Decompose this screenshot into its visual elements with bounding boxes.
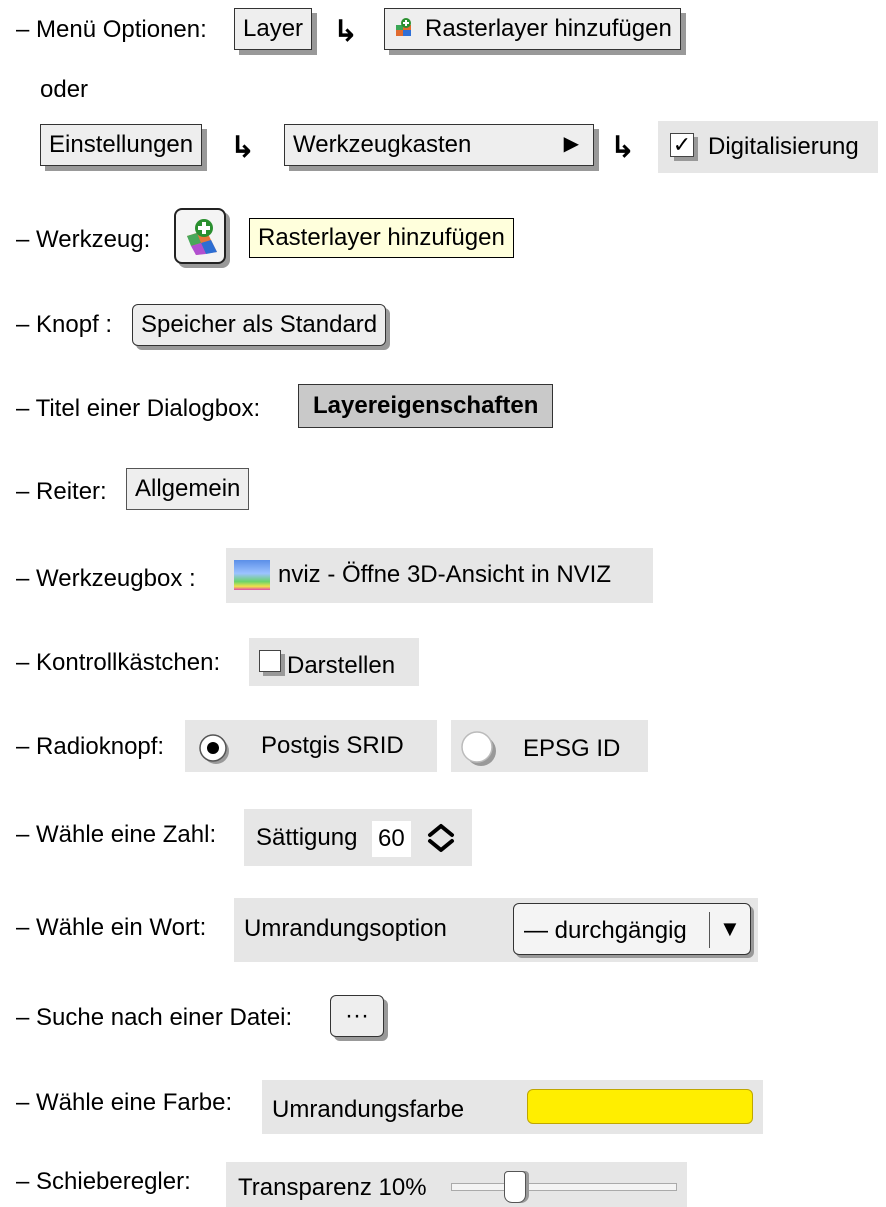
border-option-row: Umrandungsoption — durchgängig ▼ [234, 898, 758, 962]
digitizing-menu-item[interactable]: ✓ Digitalisierung [658, 121, 878, 173]
radio-epsg-id[interactable]: EPSG ID [451, 720, 648, 772]
transparency-slider-handle[interactable] [504, 1171, 526, 1203]
toolbox-label: – Werkzeugbox : [16, 565, 196, 592]
spinbox-label: – Wähle eine Zahl: [16, 821, 217, 848]
saturation-label: Sättigung [256, 824, 358, 851]
browse-file-button[interactable]: ··· [330, 995, 384, 1037]
submenu-triangle-icon: ▶ [563, 133, 579, 155]
dialog-title-label: – Titel einer Dialogbox: [16, 395, 261, 422]
border-color-button[interactable] [527, 1089, 753, 1124]
border-option-value: — durchgängig [524, 917, 687, 944]
radio-postgis-srid[interactable]: Postgis SRID [185, 720, 437, 772]
toolbox-menu-label: Werkzeugkasten [293, 131, 472, 158]
or-text: oder [40, 76, 89, 103]
menu-options-label: – Menü Optionen: [16, 16, 207, 43]
checkbox-label: – Kontrollkästchen: [16, 649, 221, 676]
add-raster-layer-menu-item[interactable]: Rasterlayer hinzufügen [384, 8, 681, 50]
radio-selected-icon [197, 732, 231, 773]
transparency-row: Transparenz 10% [226, 1162, 687, 1207]
epsg-id-label: EPSG ID [523, 735, 621, 762]
radio-unselected-icon [459, 730, 501, 775]
dialog-title: Layereigenschaften [298, 384, 554, 428]
nviz-label: nviz - Öffne 3D-Ansicht in NVIZ [278, 561, 611, 588]
check-mark-icon: ✓ [670, 133, 694, 157]
button-label: – Knopf : [16, 311, 113, 338]
transparency-slider-track[interactable] [451, 1171, 677, 1203]
layer-menu[interactable]: Layer [234, 8, 313, 50]
border-option-label: Umrandungsoption [244, 915, 447, 942]
show-checkbox-label: Darstellen [287, 652, 396, 679]
border-color-label: Umrandungsfarbe [272, 1096, 465, 1123]
tab-general[interactable]: Allgemein [126, 468, 250, 510]
add-raster-layer-icon [184, 218, 220, 263]
file-label: – Suche nach einer Datei: [16, 1004, 293, 1031]
spin-up-down-icon[interactable] [424, 821, 458, 862]
slider-label: – Schieberegler: [16, 1168, 191, 1195]
tab-label: – Reiter: [16, 478, 107, 505]
border-option-combobox[interactable]: — durchgängig ▼ [513, 903, 751, 955]
color-label: – Wähle eine Farbe: [16, 1089, 233, 1116]
save-as-default-button[interactable]: Speicher als Standard [132, 304, 387, 346]
digitizing-label: Digitalisierung [708, 133, 859, 160]
settings-menu[interactable]: Einstellungen [40, 124, 203, 166]
combobox-label: – Wähle ein Wort: [16, 914, 207, 941]
dropdown-arrow-icon[interactable]: ▼ [719, 918, 741, 940]
submenu-arrow-icon: ↳ [333, 15, 359, 48]
nviz-icon [234, 560, 270, 590]
add-raster-layer-icon [395, 17, 415, 37]
tool-tooltip: Rasterlayer hinzufügen [249, 218, 514, 258]
submenu-arrow-icon: ↳ [230, 131, 256, 164]
toolbox-item-nviz[interactable]: nviz - Öffne 3D-Ansicht in NVIZ [226, 548, 653, 603]
saturation-spinbox[interactable]: Sättigung 60 [244, 809, 472, 866]
transparency-label: Transparenz 10% [238, 1174, 427, 1201]
radio-label: – Radioknopf: [16, 733, 165, 760]
combo-divider [709, 912, 710, 948]
postgis-srid-label: Postgis SRID [261, 732, 404, 759]
toolbox-menu[interactable]: Werkzeugkasten ▶ [284, 124, 594, 166]
add-raster-layer-tool-button[interactable] [174, 208, 226, 264]
saturation-value[interactable]: 60 [372, 821, 411, 857]
add-raster-layer-label: Rasterlayer hinzufügen [425, 15, 672, 42]
tool-label: – Werkzeug: [16, 226, 151, 253]
submenu-arrow-icon: ↳ [610, 131, 636, 164]
border-color-row: Umrandungsfarbe [262, 1080, 763, 1134]
checkbox-box[interactable] [259, 650, 281, 672]
show-checkbox[interactable]: Darstellen [249, 638, 419, 686]
